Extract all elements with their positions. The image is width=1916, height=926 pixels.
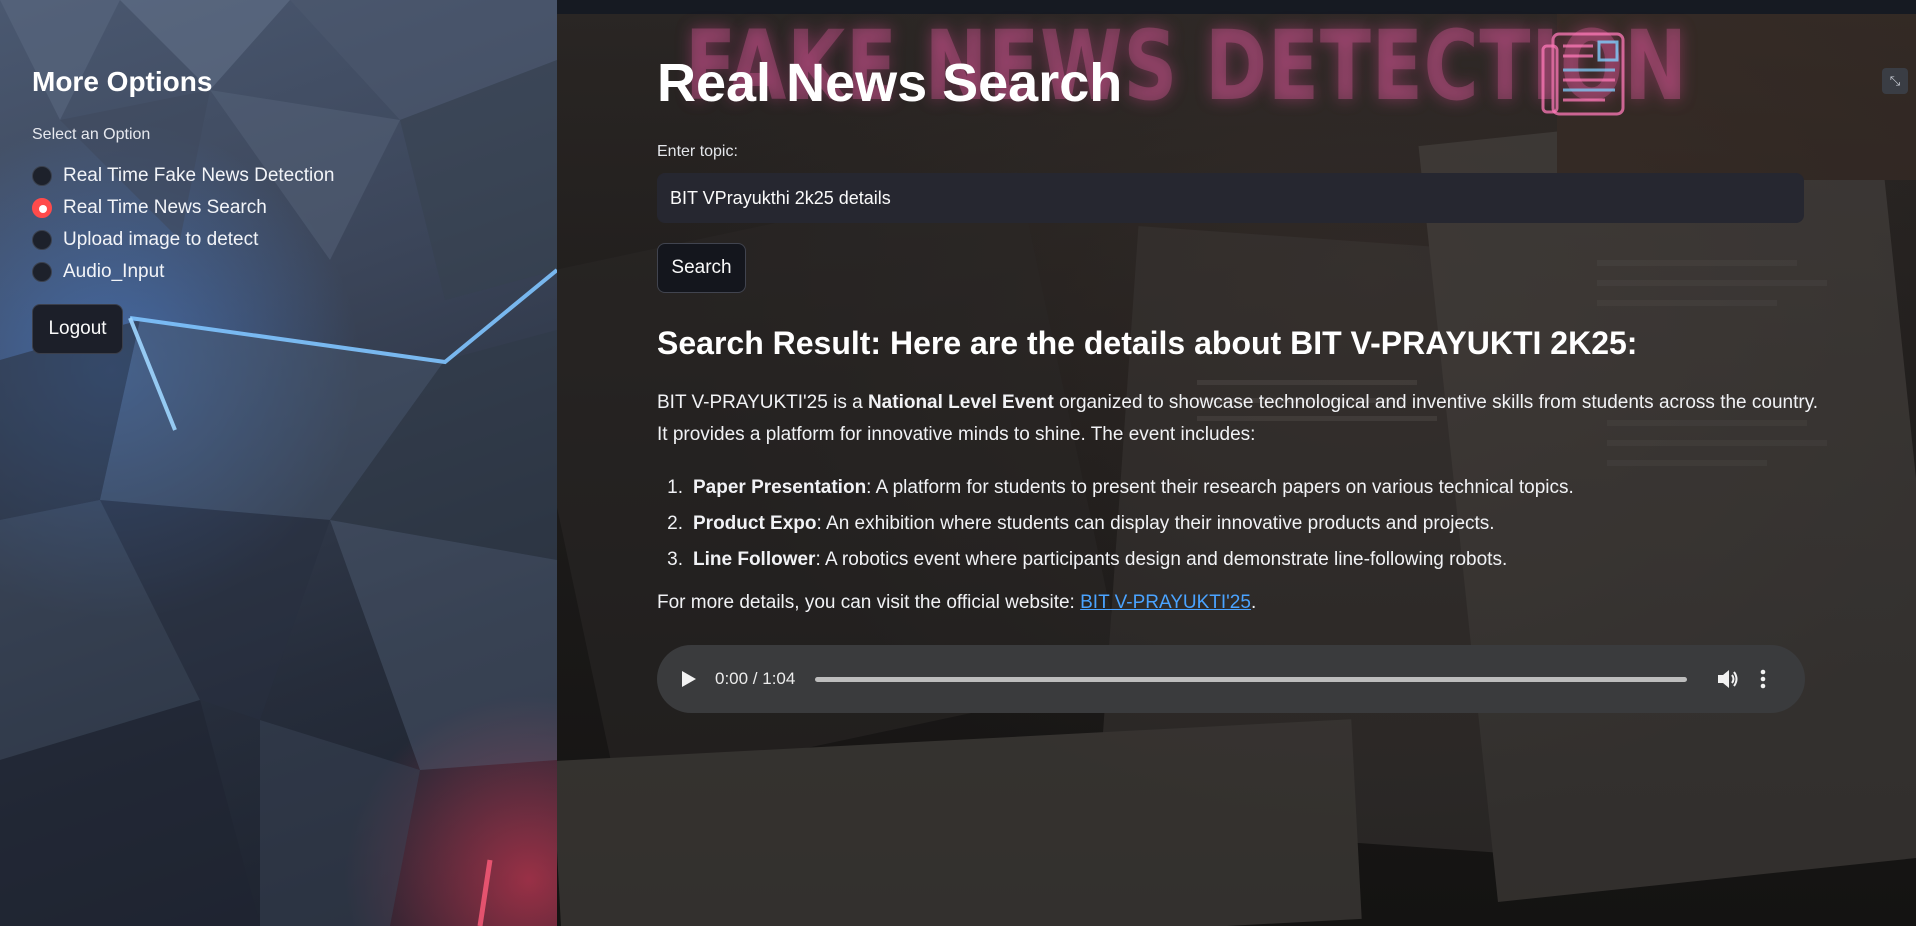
result-footer: For more details, you can visit the offi… bbox=[657, 592, 1256, 614]
item-description: : An exhibition where students can displ… bbox=[816, 513, 1495, 534]
list-item: 1. Paper Presentation: A platform for st… bbox=[657, 470, 1832, 506]
item-description: : A platform for students to present the… bbox=[866, 477, 1574, 498]
option-radio-group: Real Time Fake News Detection Real Time … bbox=[32, 160, 334, 288]
footer-text: For more details, you can visit the offi… bbox=[657, 592, 1081, 613]
radio-label: Audio_Input bbox=[63, 261, 165, 282]
radio-button[interactable] bbox=[32, 262, 52, 282]
sidebar: More Options Select an Option Real Time … bbox=[0, 0, 557, 926]
play-icon[interactable] bbox=[681, 668, 701, 690]
main-content: FAKE NEWS DETECTION ⤡ Real News Search E… bbox=[557, 0, 1916, 926]
newspaper-icon bbox=[1541, 32, 1625, 116]
event-list: 1. Paper Presentation: A platform for st… bbox=[657, 470, 1832, 578]
audio-time: 0:00 / 1:04 bbox=[715, 669, 796, 688]
intro-text: BIT V-PRAYUKTI'25 is a bbox=[657, 392, 868, 413]
item-title: Line Follower bbox=[693, 549, 816, 570]
radio-option-news-search[interactable]: Real Time News Search bbox=[32, 192, 334, 224]
list-item: 2. Product Expo: An exhibition where stu… bbox=[657, 506, 1832, 542]
radio-option-audio-input[interactable]: Audio_Input bbox=[32, 256, 334, 288]
list-number: 1. bbox=[667, 477, 683, 498]
page-title: Real News Search bbox=[657, 53, 1123, 113]
list-item: 3. Line Follower: A robotics event where… bbox=[657, 542, 1832, 578]
sidebar-title: More Options bbox=[32, 66, 213, 97]
radio-label: Real Time Fake News Detection bbox=[63, 165, 335, 186]
search-button[interactable]: Search bbox=[657, 243, 746, 293]
radio-option-upload-image[interactable]: Upload image to detect bbox=[32, 224, 334, 256]
topic-input[interactable] bbox=[657, 173, 1804, 223]
radio-label: Real Time News Search bbox=[63, 197, 267, 218]
radio-button[interactable] bbox=[32, 166, 52, 186]
topic-label: Enter topic: bbox=[657, 143, 738, 160]
list-number: 2. bbox=[667, 513, 683, 534]
radio-button-selected[interactable] bbox=[32, 198, 52, 218]
logout-button[interactable]: Logout bbox=[32, 304, 123, 354]
result-heading: Search Result: Here are the details abou… bbox=[657, 325, 1638, 361]
radio-option-fake-news-detection[interactable]: Real Time Fake News Detection bbox=[32, 160, 334, 192]
select-option-label: Select an Option bbox=[32, 126, 151, 143]
collapse-icon[interactable]: ⤡ bbox=[1882, 68, 1908, 94]
result-intro: BIT V-PRAYUKTI'25 is a National Level Ev… bbox=[657, 387, 1832, 451]
audio-player: 0:00 / 1:04 bbox=[657, 645, 1805, 713]
item-title: Paper Presentation bbox=[693, 477, 867, 498]
list-number: 3. bbox=[667, 549, 683, 570]
radio-label: Upload image to detect bbox=[63, 229, 259, 250]
intro-bold-text: National Level Event bbox=[867, 392, 1054, 413]
newspaper-background bbox=[557, 0, 1916, 926]
radio-button[interactable] bbox=[32, 230, 52, 250]
official-website-link[interactable]: BIT V-PRAYUKTI'25 bbox=[1080, 592, 1251, 613]
more-options-icon[interactable] bbox=[1757, 668, 1769, 690]
footer-period: . bbox=[1250, 592, 1257, 613]
volume-icon[interactable] bbox=[1717, 668, 1741, 690]
audio-progress-track[interactable] bbox=[815, 676, 1688, 682]
item-description: : A robotics event where participants de… bbox=[815, 549, 1508, 570]
item-title: Product Expo bbox=[693, 513, 817, 534]
